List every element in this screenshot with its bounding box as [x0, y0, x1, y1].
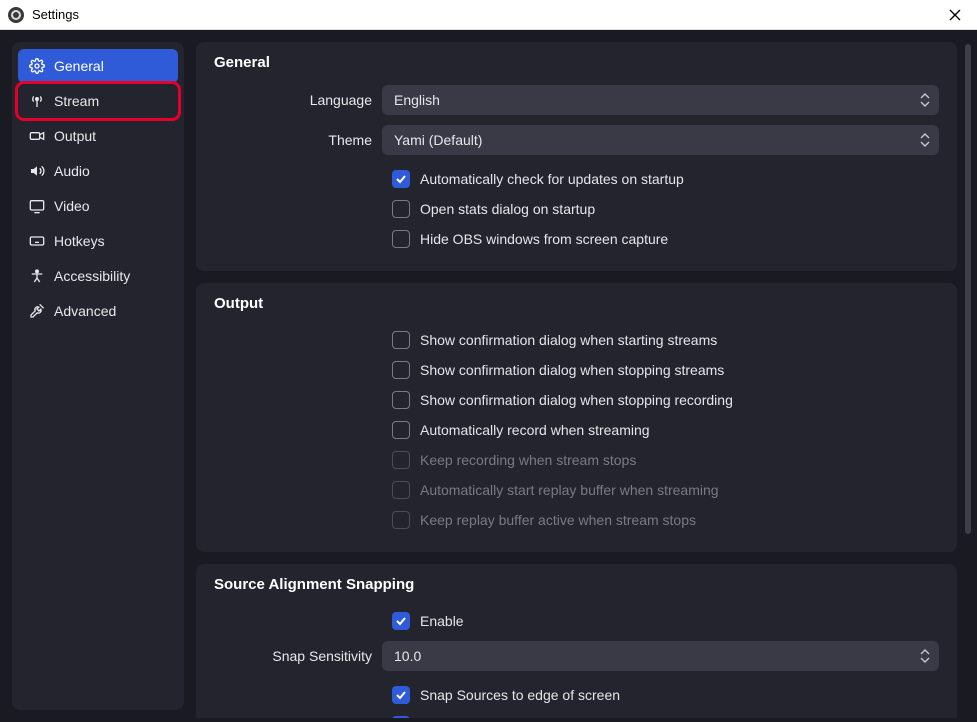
check-row: Automatically record when streaming — [214, 416, 939, 444]
checkbox[interactable] — [392, 200, 410, 218]
checkbox — [392, 481, 410, 499]
checkbox[interactable] — [392, 361, 410, 379]
checkbox[interactable] — [392, 716, 410, 718]
checkbox[interactable] — [392, 331, 410, 349]
app-body: General Stream Output Audio Video Hotkeys Acce… — [0, 30, 977, 722]
spinner-icon — [917, 89, 933, 111]
check-row: Snap Sources to other sources — [214, 711, 939, 718]
window-title: Settings — [32, 7, 79, 22]
check-row: Hide OBS windows from screen capture — [214, 225, 939, 253]
checkbox[interactable] — [392, 686, 410, 704]
check-label: Open stats dialog on startup — [420, 201, 595, 217]
check-row: Show confirmation dialog when stopping s… — [214, 356, 939, 384]
check-row: Automatically check for updates on start… — [214, 165, 939, 193]
check-label: Snap Sources to other sources — [420, 717, 612, 718]
language-value: English — [394, 92, 440, 108]
sidebar-item-video[interactable]: Video — [18, 189, 178, 223]
panel-output-title: Output — [214, 295, 939, 312]
checkbox[interactable] — [392, 230, 410, 248]
sidebar-item-stream[interactable]: Stream — [18, 84, 178, 118]
panel-snapping-title: Source Alignment Snapping — [214, 576, 939, 593]
check-row: Automatically start replay buffer when s… — [214, 476, 939, 504]
sidebar-item-label: Hotkeys — [54, 233, 105, 249]
sidebar-item-accessibility[interactable]: Accessibility — [18, 259, 178, 293]
check-label: Show confirmation dialog when starting s… — [420, 332, 717, 348]
check-label: Snap Sources to edge of screen — [420, 687, 620, 703]
snap-sensitivity-label: Snap Sensitivity — [214, 648, 382, 664]
app-icon — [8, 7, 24, 23]
panel-general: General Language English — [196, 42, 957, 271]
tools-icon — [28, 302, 46, 320]
spinner-icon — [917, 129, 933, 151]
titlebar: Settings — [0, 0, 977, 30]
theme-value: Yami (Default) — [394, 132, 482, 148]
check-row: Show confirmation dialog when starting s… — [214, 326, 939, 354]
theme-select[interactable]: Yami (Default) — [382, 125, 939, 155]
spinner-icon — [917, 645, 933, 667]
sidebar-item-label: Advanced — [54, 303, 116, 319]
checkbox — [392, 451, 410, 469]
sidebar-item-label: Output — [54, 128, 96, 144]
speaker-icon — [28, 162, 46, 180]
check-label: Show confirmation dialog when stopping r… — [420, 392, 733, 408]
check-label: Hide OBS windows from screen capture — [420, 231, 668, 247]
snap-sensitivity-input[interactable]: 10.0 — [382, 641, 939, 671]
check-row: Keep replay buffer active when stream st… — [214, 506, 939, 534]
close-icon — [949, 9, 961, 21]
snap-sensitivity-value: 10.0 — [394, 648, 421, 664]
row-language: Language English — [214, 85, 939, 115]
snap-enable-label: Enable — [420, 613, 464, 629]
antenna-icon — [28, 92, 46, 110]
check-label: Keep recording when stream stops — [420, 452, 636, 468]
check-label: Show confirmation dialog when stopping s… — [420, 362, 724, 378]
gear-icon — [28, 57, 46, 75]
check-row: Show confirmation dialog when stopping r… — [214, 386, 939, 414]
content-scroll: General Language English — [196, 42, 963, 718]
checkbox[interactable] — [392, 421, 410, 439]
check-row: Snap Sources to edge of screen — [214, 681, 939, 709]
sidebar-item-output[interactable]: Output — [18, 119, 178, 153]
sidebar-item-label: General — [54, 58, 104, 74]
check-label: Keep replay buffer active when stream st… — [420, 512, 696, 528]
row-theme: Theme Yami (Default) — [214, 125, 939, 155]
row-snap-enable: Enable — [214, 607, 939, 635]
sidebar-item-hotkeys[interactable]: Hotkeys — [18, 224, 178, 258]
check-label: Automatically check for updates on start… — [420, 171, 684, 187]
check-row: Open stats dialog on startup — [214, 195, 939, 223]
check-row: Keep recording when stream stops — [214, 446, 939, 474]
sidebar: General Stream Output Audio Video Hotkeys Acce… — [12, 42, 184, 710]
monitor-icon — [28, 197, 46, 215]
language-select[interactable]: English — [382, 85, 939, 115]
panel-general-title: General — [214, 54, 939, 71]
content-area: General Language English — [196, 42, 973, 718]
panel-output: Output Show confirmation dialog when sta… — [196, 283, 957, 552]
sidebar-item-audio[interactable]: Audio — [18, 154, 178, 188]
sidebar-item-advanced[interactable]: Advanced — [18, 294, 178, 328]
row-snap-sensitivity: Snap Sensitivity 10.0 — [214, 641, 939, 671]
keyboard-icon — [28, 232, 46, 250]
theme-label: Theme — [214, 132, 382, 148]
checkbox[interactable] — [392, 391, 410, 409]
accessibility-icon — [28, 267, 46, 285]
scrollbar[interactable] — [963, 42, 973, 718]
checkbox[interactable] — [392, 612, 410, 630]
sidebar-item-general[interactable]: General — [18, 49, 178, 83]
sidebar-item-label: Audio — [54, 163, 90, 179]
checkbox[interactable] — [392, 170, 410, 188]
scrollbar-track — [965, 44, 971, 706]
check-label: Automatically start replay buffer when s… — [420, 482, 719, 498]
language-label: Language — [214, 92, 382, 108]
sidebar-item-label: Video — [54, 198, 90, 214]
scrollbar-thumb[interactable] — [965, 44, 971, 534]
checkbox — [392, 511, 410, 529]
check-label: Automatically record when streaming — [420, 422, 650, 438]
panel-snapping: Source Alignment Snapping Enable Snap Se… — [196, 564, 957, 718]
camera-icon — [28, 127, 46, 145]
close-button[interactable] — [941, 1, 969, 29]
sidebar-item-label: Stream — [54, 93, 99, 109]
sidebar-item-label: Accessibility — [54, 268, 130, 284]
